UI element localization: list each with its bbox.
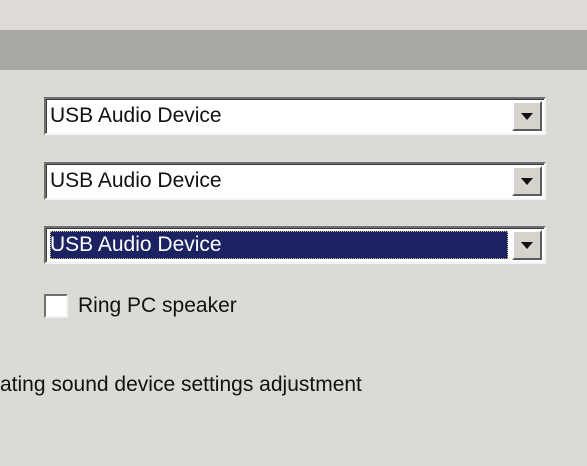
audio-device-combo-2[interactable]: USB Audio Device [44,162,546,200]
ring-pc-speaker-label[interactable]: Ring PC speaker [78,292,237,320]
settings-adjustment-text: ating sound device settings adjustment [0,373,362,396]
ring-pc-speaker-checkbox[interactable] [44,294,68,318]
audio-device-combo-1[interactable]: USB Audio Device [44,97,546,135]
combo-value: USB Audio Device [50,231,508,259]
dropdown-arrow-icon [521,242,533,249]
combo-value: USB Audio Device [50,169,222,192]
audio-device-combo-3[interactable]: USB Audio Device [44,226,546,264]
dropdown-arrow-icon [521,178,533,185]
combo-value: USB Audio Device [50,104,222,127]
dropdown-button[interactable] [512,101,542,131]
top-strip [0,0,587,30]
dropdown-button[interactable] [512,166,542,196]
header-bar [0,30,587,70]
dropdown-button[interactable] [512,230,542,260]
dropdown-arrow-icon [521,113,533,120]
